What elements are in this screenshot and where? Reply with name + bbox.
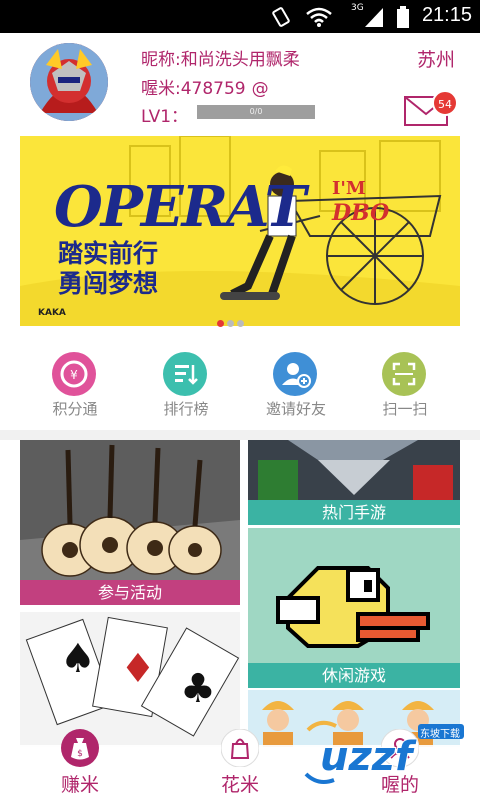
banner-headline: OPERAT [54, 174, 306, 240]
playing-cards-image: ♠ ♦ ♣ [20, 612, 240, 747]
quick-action-ranking[interactable]: 排行榜 [141, 350, 231, 422]
vibrate-icon [272, 7, 290, 27]
profile-header: 昵称:和尚洗头用飘柔 喔米:478759 @ LV1： 0/0 苏州 54 [0, 33, 480, 133]
card-activity[interactable]: 参与活动 [20, 440, 240, 605]
add-friend-icon [273, 352, 317, 396]
pager-dot[interactable] [217, 320, 224, 327]
card-cards-game[interactable]: ♠ ♦ ♣ [20, 612, 240, 747]
signal-icon [365, 8, 383, 27]
level-progress-text: 0/0 [249, 107, 263, 116]
clock: 21:15 [421, 4, 472, 26]
tab-label: 赚米 [60, 774, 99, 796]
watermark-cn-text: 东坡下载 [420, 729, 460, 740]
tab-earn[interactable]: $ 赚米 [0, 729, 160, 800]
status-bar: 3G 21:15 [0, 0, 480, 33]
ranking-icon [163, 352, 207, 396]
rice-balance: 喔米:478759 @ [141, 74, 269, 99]
pager-dot[interactable] [237, 320, 244, 327]
shopping-bag-icon [221, 729, 259, 767]
card-caption: 热门手游 [248, 500, 460, 525]
level-progress-bar: 0/0 [197, 105, 315, 119]
rice-amount: 喔米:478759 [141, 79, 246, 99]
exchange-icon: ¥ [52, 352, 96, 396]
money-bag-icon: $ [61, 729, 99, 767]
network-type-label: 3G [351, 3, 364, 13]
watermark-logo: uzzf 东坡下载 [300, 716, 470, 790]
scan-icon [382, 352, 426, 396]
quick-action-label: 排行榜 [163, 400, 209, 418]
svg-text:¥: ¥ [70, 368, 78, 382]
pager-dot[interactable] [227, 320, 234, 327]
banner-side-text-1: I'M [332, 178, 366, 199]
tab-label: 花米 [220, 774, 259, 796]
quick-actions: ¥ 积分通 排行榜 邀请好友 扫一扫 [0, 350, 480, 422]
banner-brand: KAKA [38, 308, 66, 318]
svg-text:♦: ♦ [120, 646, 156, 692]
section-divider [0, 430, 480, 440]
battery-icon [397, 6, 409, 28]
card-casual-games[interactable]: 休闲游戏 [248, 528, 460, 688]
promo-banner[interactable]: OPERAT I'M DBO 踏实前行 勇闯梦想 KAKA [20, 136, 460, 326]
rice-symbol: @ [251, 79, 269, 99]
wifi-icon [306, 7, 332, 27]
quick-action-invite[interactable]: 邀请好友 [251, 350, 341, 422]
city-selector[interactable]: 苏州 [417, 45, 455, 72]
nickname: 昵称:和尚洗头用飘柔 [141, 50, 300, 70]
quick-action-label: 积分通 [52, 400, 98, 418]
card-caption: 休闲游戏 [248, 663, 460, 688]
tab-spend[interactable]: 花米 [160, 729, 320, 800]
card-hot-games[interactable]: 热门手游 [248, 440, 460, 525]
avatar[interactable] [30, 43, 108, 121]
quick-action-scan[interactable]: 扫一扫 [360, 350, 450, 422]
svg-text:uzzf: uzzf [320, 734, 417, 780]
banner-pager [217, 312, 247, 327]
quick-action-label: 邀请好友 [265, 400, 326, 418]
quick-action-points[interactable]: ¥ 积分通 [30, 350, 120, 422]
banner-side-text-2: DBO [332, 200, 390, 226]
quick-action-label: 扫一扫 [382, 400, 428, 418]
svg-text:$: $ [77, 749, 83, 759]
message-count-badge: 54 [432, 90, 458, 116]
banner-slogan-2: 勇闯梦想 [58, 269, 159, 298]
card-caption: 参与活动 [20, 580, 240, 605]
level-label: LV1： [141, 107, 189, 127]
svg-text:♣: ♣ [180, 666, 216, 712]
svg-text:♠: ♠ [60, 636, 96, 682]
avatar-image [30, 43, 108, 121]
